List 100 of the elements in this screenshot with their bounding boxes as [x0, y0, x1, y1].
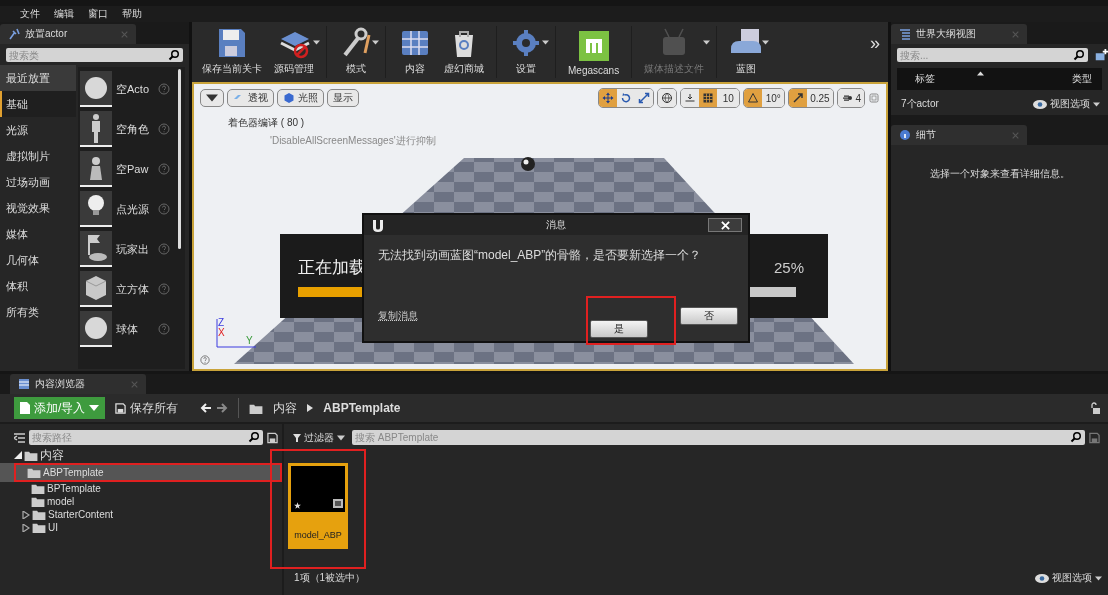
column-label[interactable]: 类型	[1072, 72, 1092, 86]
snap-toggle[interactable]	[789, 89, 808, 107]
category-item[interactable]: 视觉效果	[0, 195, 76, 221]
snap-value-button[interactable]: 10°	[762, 89, 785, 107]
snap-value-button[interactable]: 0.25	[807, 89, 833, 107]
search-icon[interactable]	[1073, 49, 1085, 61]
search-icon[interactable]	[248, 431, 260, 443]
collapse-icon[interactable]	[14, 431, 25, 444]
info-icon	[899, 129, 911, 141]
search-field[interactable]: 搜索类	[6, 48, 183, 62]
collapsed-arrow-icon[interactable]	[22, 510, 30, 519]
camera-speed-button[interactable]: 4	[837, 89, 864, 107]
folder-item[interactable]: 内容	[0, 447, 282, 463]
column-label[interactable]: 标签	[915, 72, 935, 86]
actor-label: 点光源	[116, 201, 150, 217]
world-button[interactable]	[658, 89, 677, 107]
category-item[interactable]: 几何体	[0, 247, 76, 273]
snap-toggle[interactable]	[744, 89, 763, 107]
asset-tile[interactable]: model_ABP	[288, 463, 348, 549]
menu-item[interactable]: 编辑	[54, 7, 74, 21]
category-item[interactable]: 体积	[0, 273, 76, 299]
dialog-button[interactable]: 否	[680, 306, 738, 325]
panel-tab[interactable]: 内容浏览器	[10, 374, 146, 394]
dropdown-button[interactable]	[200, 89, 224, 107]
view-options-button[interactable]: 视图选项	[1035, 571, 1102, 585]
empty-message: 选择一个对象来查看详细信息。	[928, 167, 1071, 181]
toolbar-button[interactable]: 保存当前关卡	[196, 22, 268, 82]
expanded-arrow-icon[interactable]	[14, 451, 22, 459]
status-message: 着色器编译 ( 80 )	[228, 116, 305, 130]
caret-icon	[1093, 101, 1100, 107]
view-options-button[interactable]: 视图选项	[1033, 97, 1100, 111]
category-item[interactable]: 最近放置	[0, 65, 76, 91]
item-count: 1项（1被选中）	[294, 571, 366, 585]
folder-item[interactable]: BPTemplate	[0, 482, 282, 495]
transform-tool-button[interactable]	[617, 89, 636, 107]
toolbar-button[interactable]: 蓝图	[723, 22, 770, 82]
folder-item[interactable]: StarterContent	[0, 508, 282, 521]
toolbar-button[interactable]: 设置	[503, 22, 549, 82]
save-all-button[interactable]: 保存所有	[115, 399, 179, 417]
toolbar-button[interactable]: 内容	[392, 22, 438, 82]
folder-item[interactable]: UI	[0, 521, 282, 534]
overflow-button[interactable]: »	[862, 32, 888, 72]
padlock-icon[interactable]	[1090, 402, 1100, 414]
search-field[interactable]: 搜索 ABPTemplate	[352, 430, 1085, 445]
grid-icon	[702, 92, 715, 104]
panel-tab[interactable]: 世界大纲视图	[891, 24, 1027, 44]
panel-tab[interactable]: 细节	[891, 125, 1027, 145]
toolbar-button[interactable]: Megascans	[562, 22, 626, 82]
actor-label: 空Acto	[116, 81, 150, 97]
menu-item[interactable]: 文件	[20, 7, 40, 21]
snap-value-button[interactable]: 10	[717, 89, 740, 107]
breadcrumb[interactable]: ABPTemplate	[323, 401, 401, 415]
search-icon[interactable]	[168, 49, 180, 61]
transform-tool-button[interactable]	[599, 89, 618, 107]
asset-label: model_ABP	[294, 530, 342, 540]
snap-toggle[interactable]	[699, 89, 718, 107]
dialog-button[interactable]: 是	[590, 320, 648, 338]
chevron-icon	[307, 404, 314, 412]
category-item[interactable]: 虚拟制片	[0, 143, 76, 169]
folder-item[interactable]: model	[0, 495, 282, 508]
view-button[interactable]: 光照	[277, 89, 324, 107]
category-item[interactable]: 光源	[0, 117, 76, 143]
folder-label: UI	[48, 522, 58, 533]
scrollbar-thumb[interactable]	[178, 69, 181, 249]
menu-item[interactable]: 窗口	[88, 7, 108, 21]
forward-arrow-icon[interactable]	[216, 402, 229, 414]
add-actor-icon[interactable]	[1094, 47, 1108, 62]
category-item[interactable]: 过场动画	[0, 169, 76, 195]
category-item[interactable]: 所有类	[0, 299, 76, 325]
add-import-button[interactable]: 添加/导入	[14, 397, 106, 419]
toolbar-button[interactable]: 源码管理	[268, 22, 320, 82]
panel-tab[interactable]: 放置actor	[0, 24, 136, 44]
copy-message-link[interactable]: 复制消息	[378, 308, 418, 323]
search-icon[interactable]	[1070, 431, 1082, 443]
close-icon	[720, 220, 730, 230]
folder-label: BPTemplate	[47, 483, 101, 494]
dialog-message: 无法找到动画蓝图“model_ABP”的骨骼，是否要新选择一个？	[377, 247, 703, 264]
close-button[interactable]	[708, 218, 742, 232]
category-item[interactable]: 媒体	[0, 221, 76, 247]
view-button[interactable]: 显示	[327, 89, 359, 107]
eye-icon	[1035, 573, 1049, 583]
toolbar-button[interactable]: 虚幻商城	[438, 22, 490, 82]
figure-icon[interactable]	[80, 111, 112, 147]
breadcrumb[interactable]: 内容	[273, 399, 298, 417]
search-field[interactable]: 搜索路径	[29, 430, 263, 445]
axis-gizmo-icon	[216, 317, 256, 349]
scale-icon	[638, 92, 651, 104]
collapsed-arrow-icon[interactable]	[22, 523, 30, 532]
view-button[interactable]: 透视	[227, 89, 274, 107]
actor-label: 空Paw	[116, 161, 150, 177]
filter-button[interactable]: 过滤器	[290, 430, 348, 445]
back-arrow-icon[interactable]	[200, 402, 213, 414]
menu-item[interactable]: 帮助	[122, 7, 142, 21]
status-message: 'DisableAllScreenMessages'进行抑制	[270, 134, 436, 148]
transform-tool-button[interactable]	[635, 89, 654, 107]
toolbar-button[interactable]: 模式	[333, 22, 379, 82]
search-field[interactable]: 搜索...	[897, 48, 1088, 62]
axis-label: X	[218, 327, 225, 338]
category-item[interactable]: 基础	[0, 91, 76, 117]
list-icon	[899, 28, 911, 40]
